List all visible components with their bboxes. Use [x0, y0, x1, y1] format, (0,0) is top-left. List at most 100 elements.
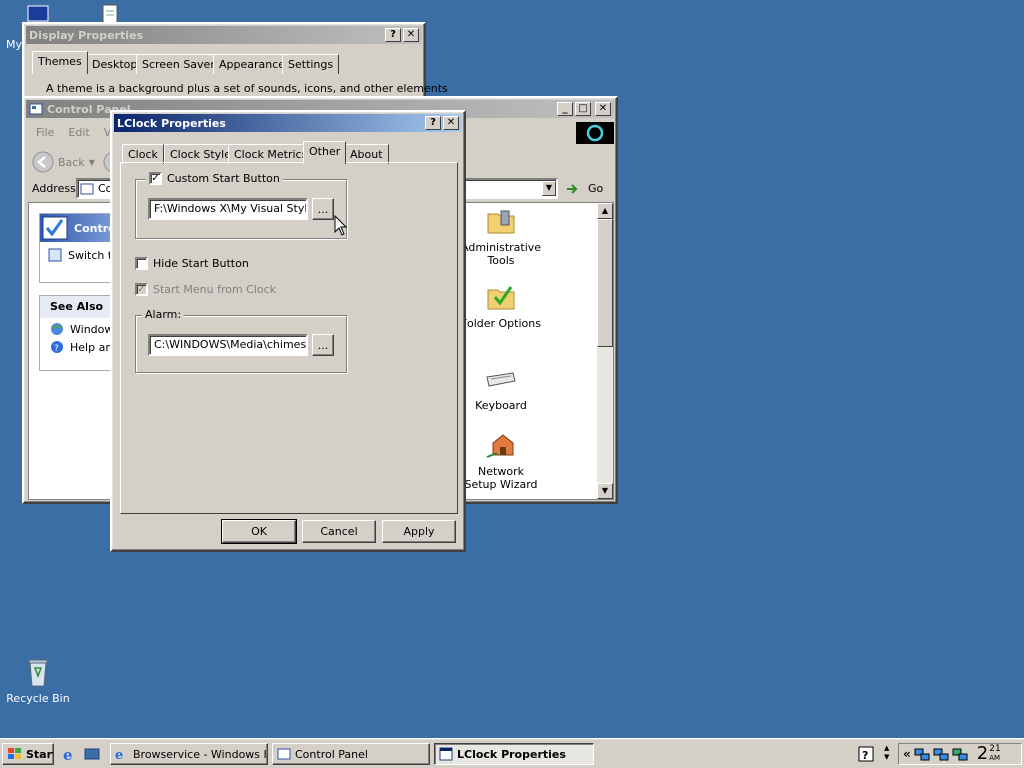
scroll-up-button[interactable]: ▲	[597, 203, 613, 219]
help-icon: ?	[50, 340, 64, 354]
checkbox-box: ✓	[135, 283, 148, 296]
themes-description: A theme is a background plus a set of so…	[46, 82, 448, 95]
item-label: Administrative Tools	[461, 241, 542, 267]
window-title: Display Properties	[29, 28, 144, 42]
lclock-properties-dialog: LClock Properties ? ✕ Clock Clock Style …	[110, 110, 466, 552]
ok-button[interactable]: OK	[221, 519, 297, 544]
desktop-icon-label: Recycle Bin	[6, 692, 70, 705]
control-panel-large-icon	[42, 214, 70, 242]
window-icon	[439, 747, 453, 761]
tab-appearance[interactable]: Appearance	[213, 54, 292, 74]
close-button[interactable]: ✕	[403, 28, 419, 42]
close-button[interactable]: ✕	[595, 102, 611, 116]
task-label: Control Panel	[295, 747, 368, 761]
menu-file[interactable]: File	[36, 126, 54, 140]
help-tray-icon[interactable]: ?	[858, 746, 874, 762]
maximize-button[interactable]: □	[575, 102, 591, 116]
item-network-setup-wizard[interactable]: Network Setup Wizard	[461, 429, 541, 491]
mouse-cursor-icon	[334, 214, 348, 237]
task-label: LClock Properties	[457, 747, 566, 761]
keyboard-icon	[485, 363, 517, 395]
back-button-label[interactable]: Back	[58, 156, 85, 169]
start-menu-from-clock-checkbox[interactable]: ✓ Start Menu from Clock	[135, 283, 276, 296]
control-panel-icon	[29, 102, 43, 116]
clock[interactable]: 2 21 AM	[977, 745, 1001, 763]
minimize-button[interactable]: _	[557, 102, 573, 116]
folder-check-icon	[485, 281, 517, 313]
desktop-icon-recycle-bin[interactable]: Recycle Bin	[3, 656, 73, 705]
checkbox-box: ✓	[149, 172, 162, 185]
switch-view-icon	[48, 248, 62, 262]
quicklaunch-desktop-icon[interactable]	[84, 746, 100, 762]
go-arrow-icon[interactable]	[564, 181, 580, 197]
tab-themes[interactable]: Themes	[32, 51, 88, 74]
task-browservice[interactable]: e Browservice - Windows I...	[110, 743, 268, 765]
alarm-browse-button[interactable]: ...	[312, 334, 334, 356]
task-control-panel[interactable]: Control Panel	[272, 743, 430, 765]
item-label: Network Setup Wizard	[464, 465, 538, 491]
scroll-arrows-icon[interactable]: ▲ ▼	[884, 744, 889, 762]
tray-chevron[interactable]: «	[903, 747, 911, 761]
help-button[interactable]: ?	[425, 116, 441, 130]
system-tray: « 2 21 AM	[898, 743, 1022, 765]
checkbox-label: Hide Start Button	[153, 257, 249, 270]
svg-text:?: ?	[862, 749, 868, 762]
chevron-down-icon[interactable]: ▼	[89, 158, 95, 167]
switch-view-link[interactable]: Switch t	[68, 249, 112, 262]
ie-icon: e	[115, 747, 129, 763]
network-house-icon	[485, 429, 517, 461]
help-button[interactable]: ?	[385, 28, 401, 42]
windows-flag-icon	[7, 747, 23, 761]
item-folder-options[interactable]: Folder Options	[461, 281, 541, 330]
item-administrative-tools[interactable]: Administrative Tools	[461, 205, 541, 267]
alarm-path-input[interactable]: C:\WINDOWS\Media\chimes.w	[148, 334, 308, 356]
recycle-bin-icon	[22, 656, 54, 688]
custom-start-path-input[interactable]: F:\Windows X\My Visual Styles'	[148, 198, 308, 220]
quicklaunch-ie-icon[interactable]: e	[62, 746, 78, 764]
svg-text:e: e	[115, 748, 123, 761]
item-label: Keyboard	[475, 399, 527, 412]
network-tray-icon[interactable]	[914, 746, 930, 762]
clock-ampm: AM	[989, 754, 1001, 762]
apply-button[interactable]: Apply	[382, 520, 456, 543]
see-also-link[interactable]: Window	[70, 323, 113, 336]
vertical-scrollbar[interactable]: ▲ ▼	[597, 203, 613, 499]
tab-desktop[interactable]: Desktop	[86, 54, 144, 74]
task-label: Browservice - Windows I...	[133, 747, 268, 761]
window-title: LClock Properties	[117, 116, 226, 130]
start-button[interactable]: Start	[2, 743, 54, 765]
back-arrow-icon[interactable]	[32, 151, 54, 173]
cancel-button[interactable]: Cancel	[302, 520, 376, 543]
tab-clock-metrics[interactable]: Clock Metrics	[228, 144, 314, 164]
custom-start-browse-button[interactable]: ...	[312, 198, 334, 220]
control-panel-icon	[80, 182, 94, 196]
checkbox-box	[135, 257, 148, 270]
display-properties-titlebar[interactable]: Display Properties ? ✕	[26, 26, 422, 44]
network-tray-icon-2[interactable]	[933, 746, 949, 762]
tab-other[interactable]: Other	[303, 141, 347, 164]
task-lclock-properties[interactable]: LClock Properties	[434, 743, 594, 765]
go-button[interactable]: Go	[588, 182, 603, 195]
tab-about[interactable]: About	[344, 144, 389, 164]
custom-start-checkbox[interactable]: ✓ Custom Start Button	[146, 172, 283, 185]
start-label: Start	[26, 747, 53, 761]
desktop-icon-label: My	[6, 38, 23, 51]
tab-clock-style[interactable]: Clock Style	[164, 144, 238, 164]
tab-clock[interactable]: Clock	[122, 144, 164, 164]
scroll-down-button[interactable]: ▼	[597, 483, 613, 499]
lclock-titlebar[interactable]: LClock Properties ? ✕	[114, 114, 462, 132]
alarm-group: Alarm: C:\WINDOWS\Media\chimes.w ...	[135, 308, 347, 373]
tab-screen-saver[interactable]: Screen Saver	[136, 54, 221, 74]
menu-edit[interactable]: Edit	[68, 126, 89, 140]
network-tray-icon-3[interactable]	[952, 746, 968, 762]
folder-tools-icon	[485, 205, 517, 237]
menu-bar: File Edit V	[28, 122, 119, 144]
close-button[interactable]: ✕	[443, 116, 459, 130]
svg-text:e: e	[63, 746, 73, 762]
scroll-thumb[interactable]	[597, 219, 613, 347]
hide-start-checkbox[interactable]: Hide Start Button	[135, 257, 249, 270]
address-dropdown-button[interactable]: ▼	[542, 181, 556, 196]
tab-settings[interactable]: Settings	[282, 54, 340, 74]
address-label: Address	[32, 182, 76, 195]
item-keyboard[interactable]: Keyboard	[461, 363, 541, 412]
